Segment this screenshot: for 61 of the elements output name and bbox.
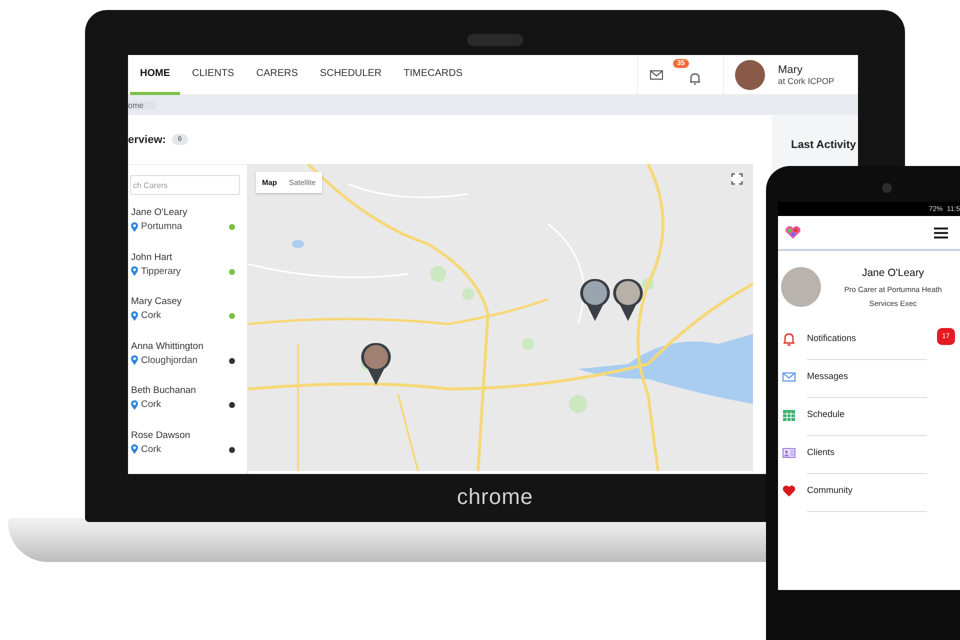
menu-item[interactable]: Clients bbox=[778, 441, 960, 479]
mail-icon[interactable] bbox=[650, 70, 663, 80]
carer-location: Cork bbox=[141, 444, 162, 454]
overview-title: erview: bbox=[128, 134, 166, 146]
envelope-icon bbox=[782, 370, 796, 384]
search-field[interactable]: ch Carers bbox=[130, 175, 240, 195]
menu-label: Community bbox=[807, 485, 927, 512]
nav-tab[interactable]: SCHEDULER bbox=[310, 55, 392, 95]
menu-label: Clients bbox=[807, 447, 927, 474]
carer-item[interactable]: Beth Buchanan Cork bbox=[128, 385, 247, 430]
carer-name: Beth Buchanan bbox=[131, 385, 196, 396]
menu-icon[interactable] bbox=[934, 226, 948, 238]
carer-name: John Hart bbox=[131, 252, 174, 262]
carer-location: Portumna bbox=[141, 221, 182, 232]
carer-location: Cork bbox=[141, 310, 162, 321]
heart-logo-icon bbox=[784, 225, 802, 240]
heart-icon bbox=[782, 484, 796, 498]
user-name: Mary bbox=[778, 64, 804, 76]
location-pin-icon bbox=[131, 222, 138, 232]
location-pin-icon bbox=[131, 400, 138, 410]
carer-name: Rose Dawson bbox=[131, 430, 190, 440]
avatar-placeholder bbox=[781, 267, 821, 307]
nav-tab[interactable]: CARERS bbox=[246, 55, 308, 95]
location-pin-icon bbox=[131, 266, 138, 276]
carer-item[interactable]: John Hart Tipperary bbox=[128, 252, 247, 296]
menu-label: Notifications bbox=[807, 333, 927, 360]
carer-item[interactable]: Anna Whittington Cloughjordan bbox=[128, 340, 247, 385]
laptop-brand: chrome bbox=[456, 484, 534, 510]
avatar-pin-icon bbox=[613, 278, 643, 322]
bell-icon bbox=[782, 332, 796, 346]
panel-title: Last Activity bbox=[791, 139, 856, 151]
carer-item[interactable]: Rose Dawson Cork bbox=[128, 430, 247, 474]
carer-name: Anna Whittington bbox=[131, 340, 204, 352]
avatar-placeholder[interactable] bbox=[735, 60, 765, 90]
menu-item[interactable]: Messages bbox=[778, 365, 960, 403]
carer-item[interactable]: Mary Casey Cork bbox=[128, 296, 247, 340]
carer-item[interactable]: Jane O'Leary Portumna bbox=[128, 207, 247, 252]
carer-location: Tipperary bbox=[141, 266, 181, 276]
bell-icon[interactable] bbox=[689, 72, 701, 84]
profile-name: Jane O'Leary bbox=[862, 267, 924, 279]
camera-icon bbox=[882, 183, 892, 193]
breadcrumb-link[interactable]: ome bbox=[128, 100, 156, 110]
carer-location: Cork bbox=[141, 399, 162, 410]
user-organization: at Cork ICPOP bbox=[778, 76, 836, 86]
carer-name: Mary Casey bbox=[131, 296, 182, 307]
menu-label: Schedule bbox=[807, 409, 927, 436]
menu-item[interactable]: Schedule bbox=[778, 403, 960, 441]
menu-label: Messages bbox=[807, 371, 927, 398]
avatar-pin-icon bbox=[361, 342, 391, 386]
nav-tab[interactable]: CLIENTS bbox=[182, 55, 244, 95]
carer-location: Cloughjordan bbox=[141, 354, 198, 366]
id-card-icon bbox=[782, 446, 796, 460]
nav-tab[interactable]: TIMECARDS bbox=[394, 55, 473, 95]
avatar-pin-icon bbox=[580, 278, 610, 322]
fullscreen-icon[interactable] bbox=[731, 173, 743, 185]
location-pin-icon bbox=[131, 444, 138, 454]
location-pin-icon bbox=[131, 310, 138, 320]
calendar-icon bbox=[782, 408, 796, 422]
carer-name: Jane O'Leary bbox=[131, 207, 188, 218]
location-pin-icon bbox=[131, 355, 138, 365]
menu-item[interactable]: Community bbox=[778, 479, 960, 517]
